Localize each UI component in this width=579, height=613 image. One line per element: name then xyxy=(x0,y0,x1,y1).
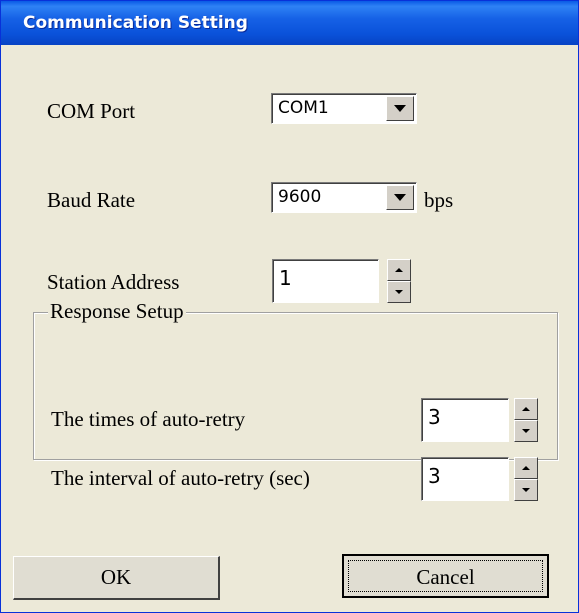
retry-times-input[interactable]: 3 xyxy=(421,398,509,442)
baud-rate-unit: bps xyxy=(424,188,454,212)
cancel-button-label: Cancel xyxy=(348,560,543,592)
station-address-value: 1 xyxy=(279,266,292,290)
retry-times-down-button[interactable] xyxy=(514,420,538,442)
retry-interval-down-button[interactable] xyxy=(514,479,538,501)
baud-rate-dropdown-button[interactable] xyxy=(386,185,414,210)
chevron-down-icon xyxy=(394,194,406,201)
arrow-down-icon xyxy=(395,290,403,294)
retry-times-value: 3 xyxy=(428,405,441,429)
retry-interval-label: The interval of auto-retry (sec) xyxy=(51,466,310,490)
station-address-up-button[interactable] xyxy=(387,259,411,281)
baud-rate-select[interactable]: 9600 xyxy=(271,182,417,213)
arrow-up-icon xyxy=(522,407,530,411)
communication-setting-dialog: Communication Setting COM Port COM1 Baud… xyxy=(0,0,579,613)
ok-button[interactable]: OK xyxy=(13,556,220,600)
baud-rate-value: 9600 xyxy=(278,187,322,207)
arrow-down-icon xyxy=(522,488,530,492)
arrow-up-icon xyxy=(395,268,403,272)
window-title: Communication Setting xyxy=(1,1,578,45)
chevron-down-icon xyxy=(394,105,406,112)
com-port-value: COM1 xyxy=(278,98,329,118)
com-port-label: COM Port xyxy=(47,99,136,123)
arrow-up-icon xyxy=(522,466,530,470)
retry-times-label-text: The times of auto-retry xyxy=(51,407,246,431)
retry-times-up-button[interactable] xyxy=(514,398,538,420)
retry-times-spinner xyxy=(514,398,538,442)
retry-interval-up-button[interactable] xyxy=(514,457,538,479)
com-port-dropdown-button[interactable] xyxy=(386,96,414,121)
station-address-input[interactable]: 1 xyxy=(272,259,379,303)
response-setup-title: Response Setup xyxy=(48,299,186,324)
cancel-button[interactable]: Cancel xyxy=(342,554,549,598)
retry-interval-spinner xyxy=(514,457,538,501)
baud-rate-label: Baud Rate xyxy=(47,188,136,212)
station-address-label: Station Address xyxy=(47,270,180,294)
arrow-down-icon xyxy=(522,429,530,433)
com-port-select[interactable]: COM1 xyxy=(271,93,417,124)
retry-interval-value: 3 xyxy=(428,464,441,488)
station-address-spinner xyxy=(387,259,411,303)
retry-interval-input[interactable]: 3 xyxy=(421,457,509,501)
station-address-down-button[interactable] xyxy=(387,281,411,303)
